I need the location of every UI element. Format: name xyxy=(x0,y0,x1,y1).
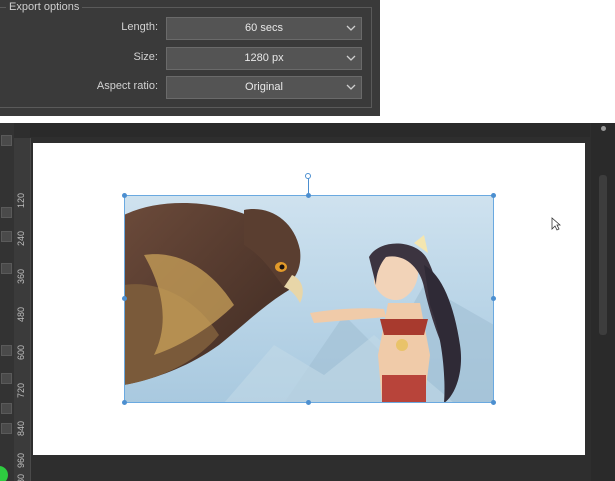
ruler-label: 240 xyxy=(16,230,26,246)
length-dropdown[interactable]: 60 secs xyxy=(166,17,362,40)
length-label: Length: xyxy=(121,21,158,33)
handle-bottom-center[interactable] xyxy=(306,400,311,405)
handle-middle-left[interactable] xyxy=(122,296,127,301)
panel-menu-icon[interactable] xyxy=(601,126,606,131)
tool-button[interactable] xyxy=(1,135,12,146)
aspect-ratio-dropdown[interactable]: Original xyxy=(166,76,362,99)
canvas-workspace[interactable]: 120 240 360 480 600 720 840 960 1080 xyxy=(0,123,615,481)
vertical-scrollbar[interactable] xyxy=(591,123,615,481)
transform-selection-box[interactable] xyxy=(124,195,494,403)
aspect-ratio-value: Original xyxy=(245,81,283,93)
aspect-ratio-label: Aspect ratio: xyxy=(96,80,158,92)
handle-middle-right[interactable] xyxy=(491,296,496,301)
scrollbar-thumb[interactable] xyxy=(599,175,607,335)
ruler-label: 360 xyxy=(16,268,26,284)
handle-top-left[interactable] xyxy=(122,193,127,198)
ruler-label: 120 xyxy=(16,192,26,208)
aspect-ratio-row: Aspect ratio: Original xyxy=(0,76,380,101)
tool-button[interactable] xyxy=(1,263,12,274)
ruler-label: 600 xyxy=(16,344,26,360)
document-canvas[interactable] xyxy=(33,143,585,455)
ruler-label: 720 xyxy=(16,382,26,398)
ruler-label: 480 xyxy=(16,306,26,322)
size-row: Size: 1280 px xyxy=(0,47,380,72)
export-options-title: Export options xyxy=(6,0,83,14)
horizontal-ruler xyxy=(30,123,590,137)
tool-button[interactable] xyxy=(1,423,12,434)
tool-button[interactable] xyxy=(1,231,12,242)
length-row: Length: 60 secs xyxy=(0,17,380,42)
export-options-panel: Export options Length: 60 secs Size: 128… xyxy=(0,0,380,116)
vertical-ruler: 120 240 360 480 600 720 840 960 1080 xyxy=(14,138,31,481)
size-label: Size: xyxy=(133,51,158,63)
handle-bottom-left[interactable] xyxy=(122,400,127,405)
size-value: 1280 px xyxy=(244,52,284,64)
ruler-label: 1080 xyxy=(16,474,26,481)
size-dropdown[interactable]: 1280 px xyxy=(166,47,362,70)
chevron-down-icon xyxy=(346,25,356,31)
tool-button[interactable] xyxy=(1,373,12,384)
tool-button[interactable] xyxy=(1,403,12,414)
length-value: 60 secs xyxy=(245,22,283,34)
tool-button[interactable] xyxy=(1,345,12,356)
mouse-pointer-icon xyxy=(551,217,561,231)
handle-top-right[interactable] xyxy=(491,193,496,198)
handle-top-center[interactable] xyxy=(306,193,311,198)
chevron-down-icon xyxy=(346,84,356,90)
ruler-label: 840 xyxy=(16,420,26,436)
tool-strip xyxy=(0,123,14,481)
handle-bottom-right[interactable] xyxy=(491,400,496,405)
tool-button[interactable] xyxy=(1,207,12,218)
rotate-handle-icon[interactable] xyxy=(305,173,311,179)
ruler-label: 960 xyxy=(16,452,26,468)
chevron-down-icon xyxy=(346,55,356,61)
